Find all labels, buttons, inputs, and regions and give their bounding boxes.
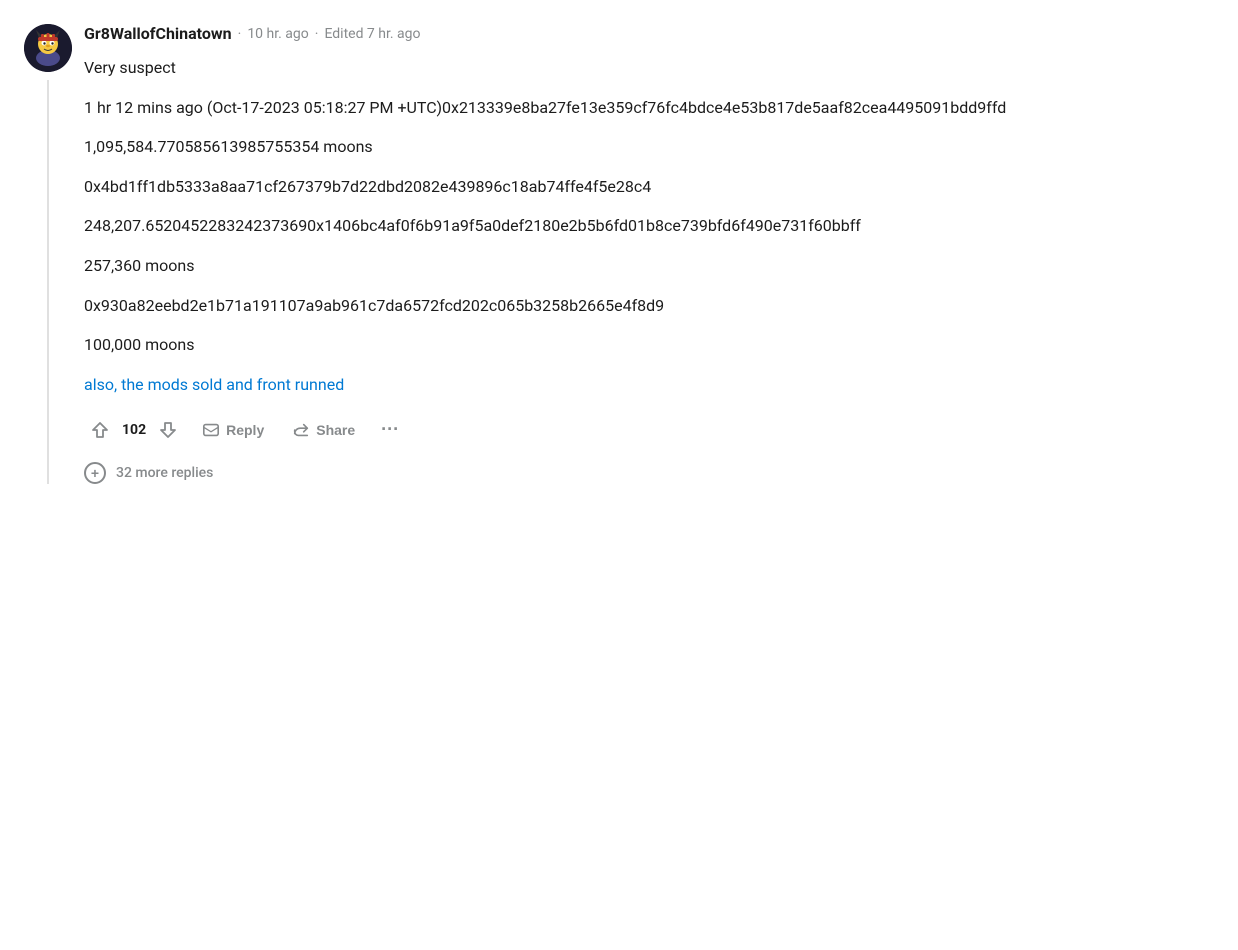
body-line-7: 0x930a82eebd2e1b71a191107a9ab961c7da6572… (84, 293, 1214, 319)
header-separator: · (238, 26, 242, 42)
body-line-9: also, the mods sold and front runned (84, 372, 1214, 398)
more-dots: ··· (381, 419, 399, 440)
vote-count: 102 (122, 422, 146, 438)
body-line-8: 100,000 moons (84, 332, 1214, 358)
body-line-5: 248,207.6520452283242373690x1406bc4af0f6… (84, 213, 1214, 239)
share-icon (292, 421, 310, 439)
timestamp: 10 hr. ago (247, 26, 308, 42)
downvote-button[interactable] (152, 414, 184, 446)
right-column: Gr8WallofChinatown · 10 hr. ago · Edited… (84, 24, 1214, 484)
reply-button[interactable]: Reply (192, 415, 274, 445)
body-line-4: 0x4bd1ff1db5333a8aa71cf267379b7d22dbd208… (84, 174, 1214, 200)
comment-body: Very suspect 1 hr 12 mins ago (Oct-17-20… (84, 55, 1214, 397)
comment-container: Gr8WallofChinatown · 10 hr. ago · Edited… (0, 0, 1238, 508)
avatar (24, 24, 72, 72)
plus-icon: + (91, 466, 99, 480)
expand-replies-button[interactable]: + (84, 462, 106, 484)
reply-label: Reply (226, 422, 264, 438)
share-button[interactable]: Share (282, 415, 365, 445)
body-line-1: Very suspect (84, 55, 1214, 81)
body-line-2: 1 hr 12 mins ago (Oct-17-2023 05:18:27 P… (84, 95, 1214, 121)
edited-label: Edited 7 hr. ago (324, 26, 420, 42)
share-label: Share (316, 422, 355, 438)
upvote-icon (90, 420, 110, 440)
body-line-3: 1,095,584.770585613985755354 moons (84, 134, 1214, 160)
upvote-button[interactable] (84, 414, 116, 446)
comment-header: Gr8WallofChinatown · 10 hr. ago · Edited… (84, 24, 1214, 43)
header-separator-2: · (315, 26, 319, 42)
link-also[interactable]: also, the mods sold and front runned (84, 375, 344, 394)
comment-actions: 102 Reply Share (84, 413, 1214, 446)
reply-icon (202, 421, 220, 439)
body-line-6: 257,360 moons (84, 253, 1214, 279)
downvote-icon (158, 420, 178, 440)
more-replies-container: + 32 more replies (84, 462, 1214, 484)
vote-section: 102 (84, 414, 184, 446)
username: Gr8WallofChinatown (84, 24, 232, 43)
left-column (24, 24, 72, 484)
more-button[interactable]: ··· (373, 413, 407, 446)
thread-line (47, 80, 49, 484)
more-replies-text: 32 more replies (116, 465, 213, 481)
